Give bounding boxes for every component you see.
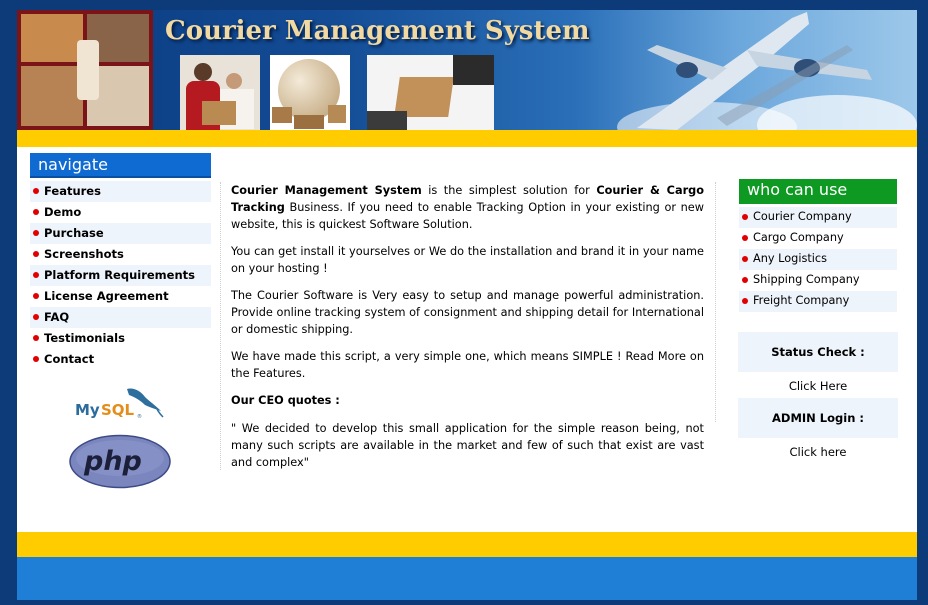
nav-item-features[interactable]: Features <box>30 181 211 202</box>
ceo-heading: Our CEO quotes : <box>231 394 340 407</box>
svg-text:My: My <box>75 401 100 419</box>
header-collage-image <box>17 10 153 130</box>
bullet-icon <box>33 293 39 299</box>
status-check-link[interactable]: Click Here <box>738 379 898 393</box>
ceo-quote: " We decided to develop this small appli… <box>231 422 704 469</box>
footer-yellow-bar <box>17 532 917 557</box>
nav-item-contact[interactable]: Contact <box>30 349 211 370</box>
bullet-icon <box>33 314 39 320</box>
main-content: Courier Management System is the simples… <box>231 182 704 481</box>
bullet-icon <box>742 235 748 241</box>
package-handover-photo <box>367 55 494 130</box>
nav-item-faq[interactable]: FAQ <box>30 307 211 328</box>
nav-item-license-agreement[interactable]: License Agreement <box>30 286 211 307</box>
svg-text:SQL: SQL <box>101 401 135 419</box>
svg-text:php: php <box>83 446 142 477</box>
list-item: Freight Company <box>739 291 897 312</box>
list-item: Shipping Company <box>739 270 897 291</box>
admin-login-heading: ADMIN Login : <box>738 398 898 438</box>
list-item: Courier Company <box>739 207 897 228</box>
nav-item-purchase[interactable]: Purchase <box>30 223 211 244</box>
bullet-icon <box>33 356 39 362</box>
bullet-icon <box>33 230 39 236</box>
header-yellow-bar <box>17 130 917 147</box>
bullet-icon <box>33 251 39 257</box>
airplane-image <box>637 12 872 130</box>
mysql-logo: My SQL ® <box>75 388 164 420</box>
simple-paragraph: We have made this script, a very simple … <box>231 350 704 380</box>
bullet-icon <box>742 214 748 220</box>
install-paragraph: You can get install it yourselves or We … <box>231 245 704 275</box>
nav-item-demo[interactable]: Demo <box>30 202 211 223</box>
nav-item-screenshots[interactable]: Screenshots <box>30 244 211 265</box>
courier-delivery-photo <box>180 55 260 130</box>
nav-heading: navigate <box>30 153 211 178</box>
page-frame: Courier Management System navigate Featu… <box>17 10 917 600</box>
bullet-icon <box>742 298 748 304</box>
bullet-icon <box>33 272 39 278</box>
admin-login-link[interactable]: Click here <box>738 445 898 459</box>
features-paragraph: The Courier Software is Very easy to set… <box>231 289 704 336</box>
bullet-icon <box>33 209 39 215</box>
bullet-icon <box>33 188 39 194</box>
who-can-use-list: Courier Company Cargo Company Any Logist… <box>739 207 897 312</box>
footer-bar <box>17 557 917 600</box>
site-title: Courier Management System <box>165 16 590 46</box>
bullet-icon <box>33 335 39 341</box>
list-item: Any Logistics <box>739 249 897 270</box>
nav-item-testimonials[interactable]: Testimonials <box>30 328 211 349</box>
globe-boxes-photo <box>270 55 350 130</box>
intro-paragraph: Courier Management System is the simples… <box>231 184 704 231</box>
who-can-use-heading: who can use <box>739 179 897 204</box>
site-header: Courier Management System <box>17 10 917 130</box>
bullet-icon <box>742 277 748 283</box>
svg-text:®: ® <box>137 413 142 420</box>
list-item: Cargo Company <box>739 228 897 249</box>
bullet-icon <box>742 256 748 262</box>
nav-menu: Features Demo Purchase Screenshots Platf… <box>30 181 211 370</box>
right-divider <box>715 182 716 422</box>
status-check-heading: Status Check : <box>738 332 898 372</box>
php-logo: php <box>69 434 171 489</box>
left-divider <box>220 182 221 470</box>
nav-item-platform-requirements[interactable]: Platform Requirements <box>30 265 211 286</box>
